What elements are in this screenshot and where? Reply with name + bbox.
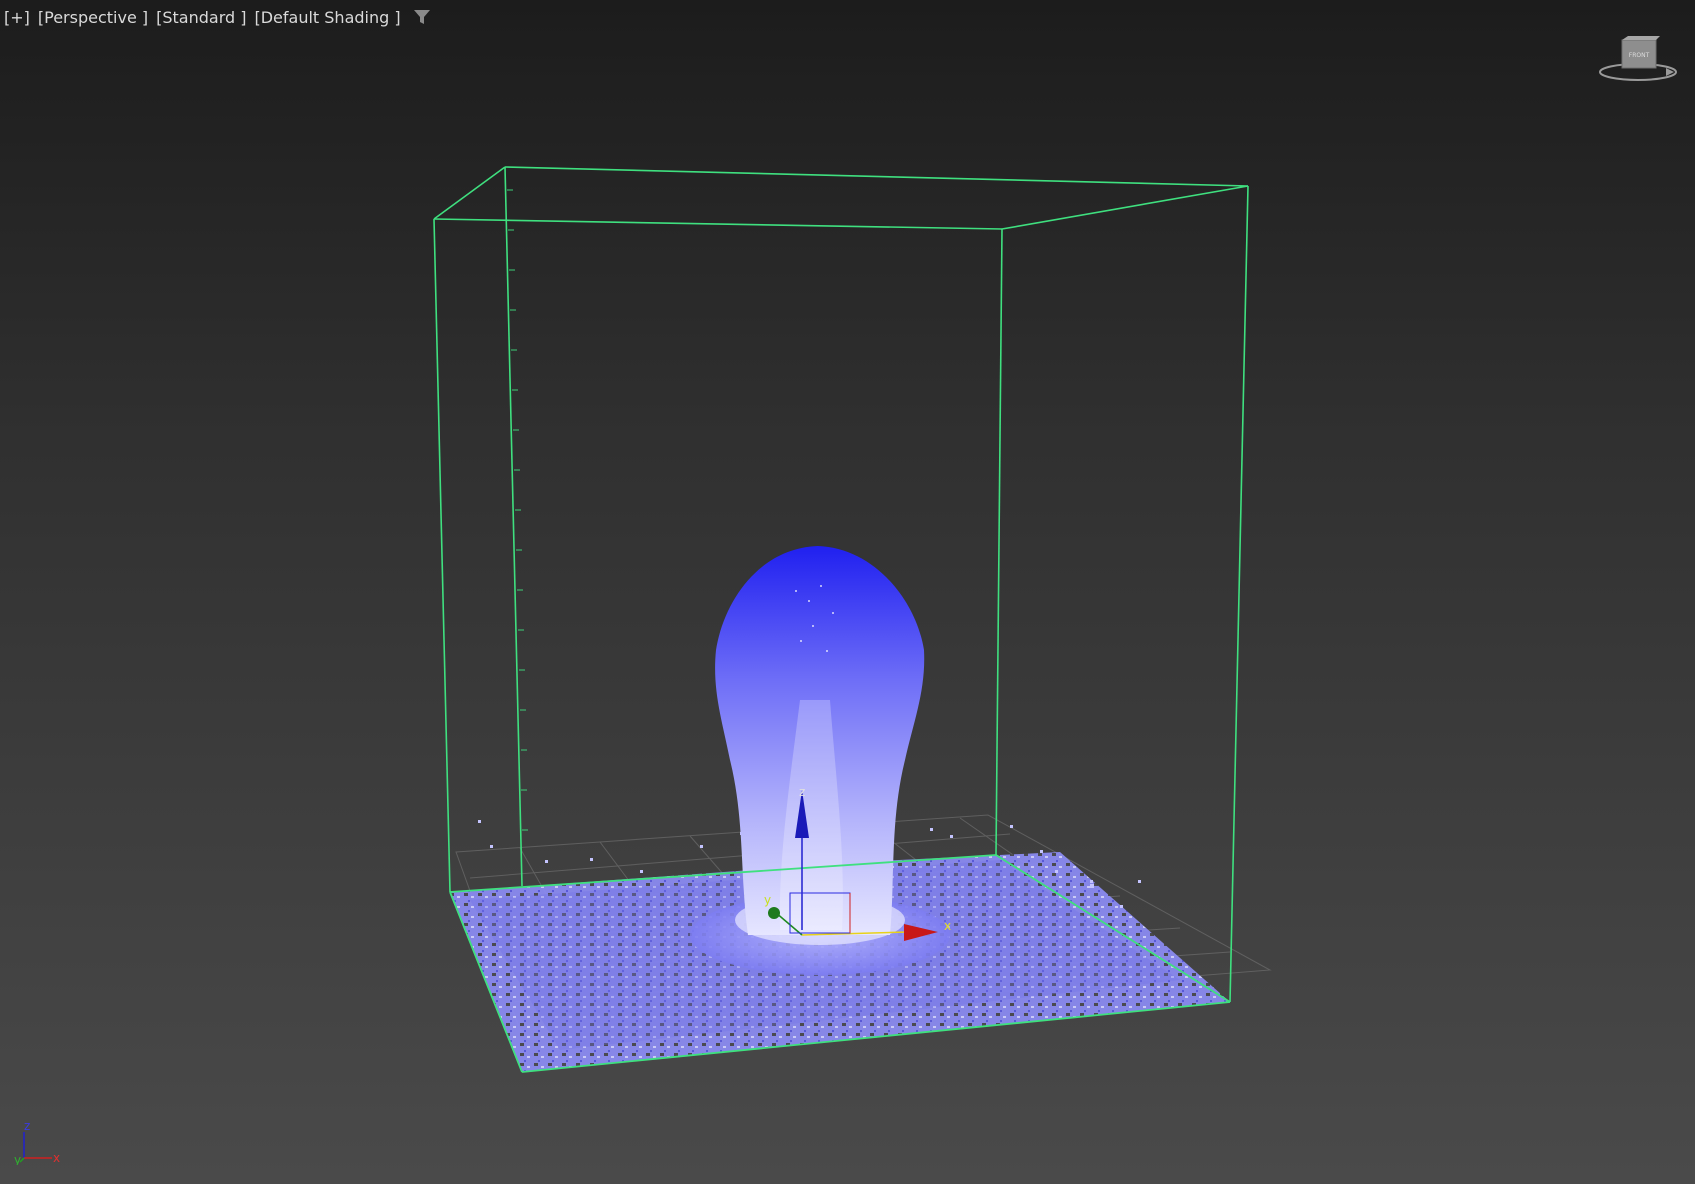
world-axis-tripod: z x y xyxy=(14,1120,60,1165)
shading-menu[interactable]: [Default Shading ] xyxy=(254,8,400,27)
tripod-x-label: x xyxy=(53,1151,60,1165)
scene-canvas[interactable]: z x y xyxy=(0,0,1695,1184)
tripod-z-label: z xyxy=(24,1120,30,1133)
perspective-viewport[interactable]: z x y [+] [Perspective ] [Standard ] [De… xyxy=(0,0,1695,1184)
viewport-label-menu[interactable]: [+] [Perspective ] [Standard ] [Default … xyxy=(4,6,431,28)
tripod-y-label: y xyxy=(14,1153,21,1165)
filter-funnel-icon[interactable] xyxy=(413,8,431,26)
general-viewport-menu[interactable]: [+] xyxy=(4,8,30,27)
point-of-view-menu[interactable]: [Perspective ] xyxy=(38,8,148,27)
viewcube[interactable]: FRONT xyxy=(1596,34,1680,86)
gizmo-z-label: z xyxy=(799,785,805,799)
viewcube-face-label: FRONT xyxy=(1629,52,1650,59)
gizmo-x-label: x xyxy=(944,919,951,933)
gizmo-y-label: y xyxy=(764,893,771,907)
standard-menu[interactable]: [Standard ] xyxy=(156,8,246,27)
